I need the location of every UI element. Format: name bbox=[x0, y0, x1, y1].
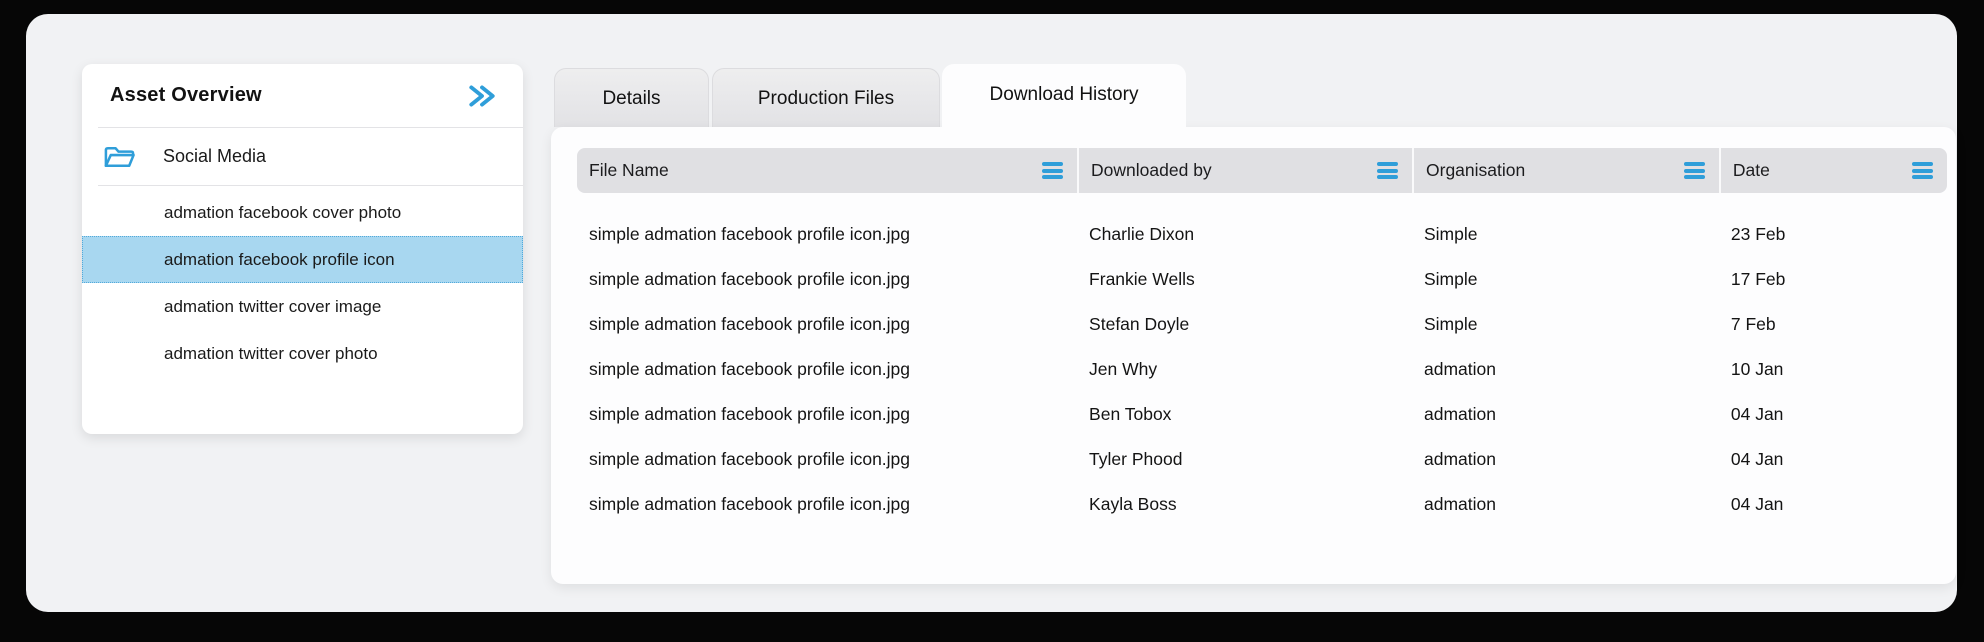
sidebar-asset-item-admation-facebook-profile-icon[interactable]: admation facebook profile icon bbox=[82, 236, 523, 283]
tab-production-files[interactable]: Production Files bbox=[712, 68, 940, 127]
column-header-date: Date bbox=[1719, 148, 1947, 193]
cell-organisation: admation bbox=[1412, 404, 1719, 425]
cell-file-name: simple admation facebook profile icon.jp… bbox=[577, 494, 1077, 515]
app-window: Asset Overview Social Media bbox=[26, 14, 1957, 612]
asset-list: admation facebook cover photoadmation fa… bbox=[82, 186, 523, 377]
table-header-row: File Name Downloaded by Organisation Date bbox=[577, 148, 1947, 193]
column-menu-icon[interactable] bbox=[1042, 162, 1063, 179]
cell-file-name: simple admation facebook profile icon.jp… bbox=[577, 449, 1077, 470]
cell-file-name: simple admation facebook profile icon.jp… bbox=[577, 314, 1077, 335]
cell-organisation: Simple bbox=[1412, 224, 1719, 245]
table-row[interactable]: simple admation facebook profile icon.jp… bbox=[577, 347, 1947, 392]
column-menu-icon[interactable] bbox=[1377, 162, 1398, 179]
cell-date: 23 Feb bbox=[1719, 224, 1947, 245]
sidebar-asset-item-admation-facebook-cover-photo[interactable]: admation facebook cover photo bbox=[82, 189, 523, 236]
table-body: simple admation facebook profile icon.jp… bbox=[577, 212, 1947, 527]
cell-date: 10 Jan bbox=[1719, 359, 1947, 380]
cell-organisation: admation bbox=[1412, 359, 1719, 380]
cell-downloaded-by: Stefan Doyle bbox=[1077, 314, 1412, 335]
cell-file-name: simple admation facebook profile icon.jp… bbox=[577, 404, 1077, 425]
cell-date: 04 Jan bbox=[1719, 404, 1947, 425]
column-header-file-name: File Name bbox=[577, 148, 1077, 193]
cell-downloaded-by: Charlie Dixon bbox=[1077, 224, 1412, 245]
column-menu-icon[interactable] bbox=[1684, 162, 1705, 179]
cell-file-name: simple admation facebook profile icon.jp… bbox=[577, 359, 1077, 380]
column-header-organisation: Organisation bbox=[1412, 148, 1719, 193]
cell-date: 04 Jan bbox=[1719, 449, 1947, 470]
table-row[interactable]: simple admation facebook profile icon.jp… bbox=[577, 212, 1947, 257]
sidebar-asset-item-admation-twitter-cover-photo[interactable]: admation twitter cover photo bbox=[82, 330, 523, 377]
chevron-double-right-icon[interactable] bbox=[467, 83, 497, 109]
table-row[interactable]: simple admation facebook profile icon.jp… bbox=[577, 392, 1947, 437]
column-label: Downloaded by bbox=[1091, 160, 1377, 181]
column-header-downloaded-by: Downloaded by bbox=[1077, 148, 1412, 193]
column-label: Organisation bbox=[1426, 160, 1684, 181]
table-row[interactable]: simple admation facebook profile icon.jp… bbox=[577, 482, 1947, 527]
cell-downloaded-by: Tyler Phood bbox=[1077, 449, 1412, 470]
cell-organisation: Simple bbox=[1412, 269, 1719, 290]
cell-organisation: admation bbox=[1412, 449, 1719, 470]
sidebar-item-social-media[interactable]: Social Media bbox=[82, 128, 523, 185]
cell-date: 7 Feb bbox=[1719, 314, 1947, 335]
cell-organisation: Simple bbox=[1412, 314, 1719, 335]
cell-downloaded-by: Jen Why bbox=[1077, 359, 1412, 380]
table-row[interactable]: simple admation facebook profile icon.jp… bbox=[577, 437, 1947, 482]
asset-overview-panel: Asset Overview Social Media bbox=[82, 64, 523, 434]
column-label: Date bbox=[1733, 160, 1912, 181]
column-menu-icon[interactable] bbox=[1912, 162, 1933, 179]
tab-details[interactable]: Details bbox=[554, 68, 709, 127]
table-row[interactable]: simple admation facebook profile icon.jp… bbox=[577, 257, 1947, 302]
cell-date: 17 Feb bbox=[1719, 269, 1947, 290]
folder-open-icon bbox=[103, 144, 136, 170]
cell-downloaded-by: Ben Tobox bbox=[1077, 404, 1412, 425]
screenshot-root: Asset Overview Social Media bbox=[0, 0, 1984, 642]
cell-file-name: simple admation facebook profile icon.jp… bbox=[577, 269, 1077, 290]
column-label: File Name bbox=[589, 160, 1042, 181]
sidebar-header: Asset Overview bbox=[82, 64, 523, 127]
sidebar-asset-item-admation-twitter-cover-image[interactable]: admation twitter cover image bbox=[82, 283, 523, 330]
download-history-panel: File Name Downloaded by Organisation Date s… bbox=[551, 127, 1956, 584]
cell-organisation: admation bbox=[1412, 494, 1719, 515]
cell-downloaded-by: Frankie Wells bbox=[1077, 269, 1412, 290]
cell-downloaded-by: Kayla Boss bbox=[1077, 494, 1412, 515]
cell-date: 04 Jan bbox=[1719, 494, 1947, 515]
tab-download-history[interactable]: Download History bbox=[942, 64, 1186, 128]
table-row[interactable]: simple admation facebook profile icon.jp… bbox=[577, 302, 1947, 347]
panel-title: Asset Overview bbox=[110, 84, 467, 107]
cell-file-name: simple admation facebook profile icon.jp… bbox=[577, 224, 1077, 245]
folder-label: Social Media bbox=[163, 146, 266, 167]
